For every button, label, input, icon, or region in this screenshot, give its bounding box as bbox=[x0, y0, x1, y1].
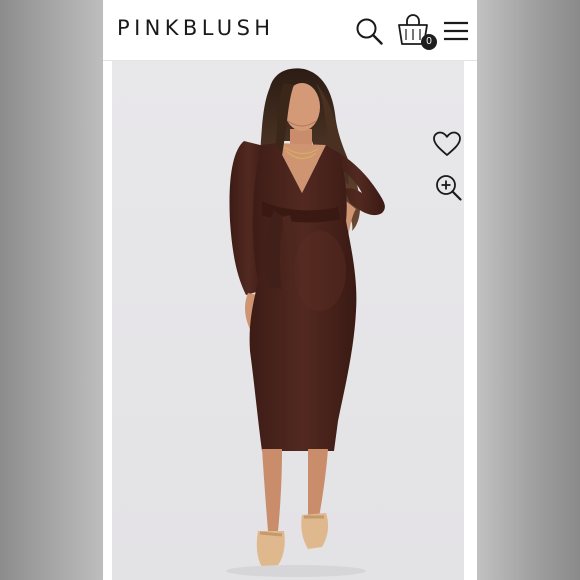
brand-logo[interactable]: PINKBLUSH bbox=[117, 16, 275, 40]
heart-icon[interactable] bbox=[432, 131, 462, 157]
search-icon[interactable] bbox=[355, 17, 383, 45]
cart-count-badge: 0 bbox=[421, 34, 437, 50]
phone-screen: PINKBLUSH 0 bbox=[103, 0, 477, 580]
shopping-bag-button[interactable]: 0 bbox=[396, 14, 437, 54]
site-header: PINKBLUSH 0 bbox=[103, 0, 477, 61]
menu-icon[interactable] bbox=[444, 21, 468, 41]
zoom-in-icon[interactable] bbox=[435, 174, 463, 202]
product-image[interactable] bbox=[112, 61, 464, 580]
model-illustration bbox=[226, 68, 385, 577]
